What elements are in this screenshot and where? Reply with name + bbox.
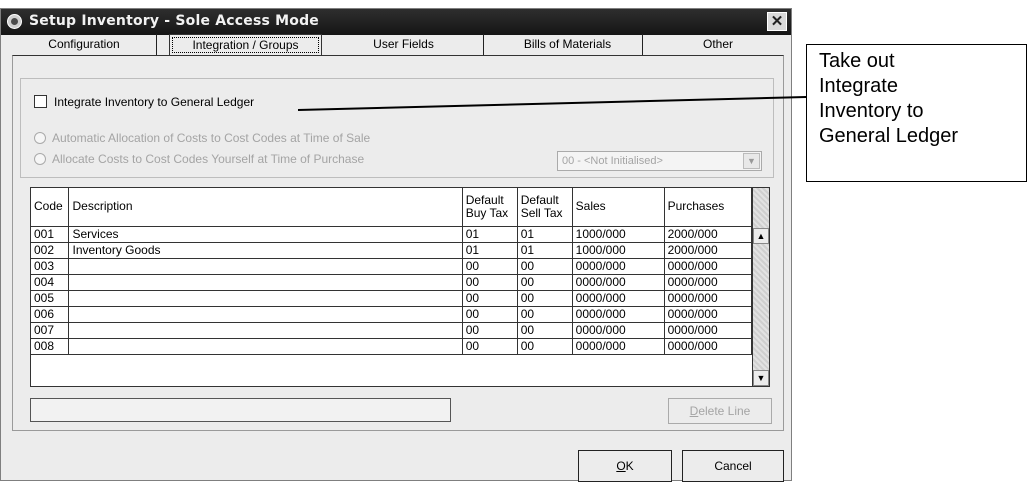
- callout-line-2: Integrate: [819, 75, 898, 97]
- callout-line-3: Inventory to: [819, 100, 924, 122]
- annotation-callout: Take out Integrate Inventory to General …: [806, 44, 1027, 182]
- callout-line-4: General Ledger: [819, 125, 958, 147]
- callout-line-1: Take out: [819, 50, 895, 72]
